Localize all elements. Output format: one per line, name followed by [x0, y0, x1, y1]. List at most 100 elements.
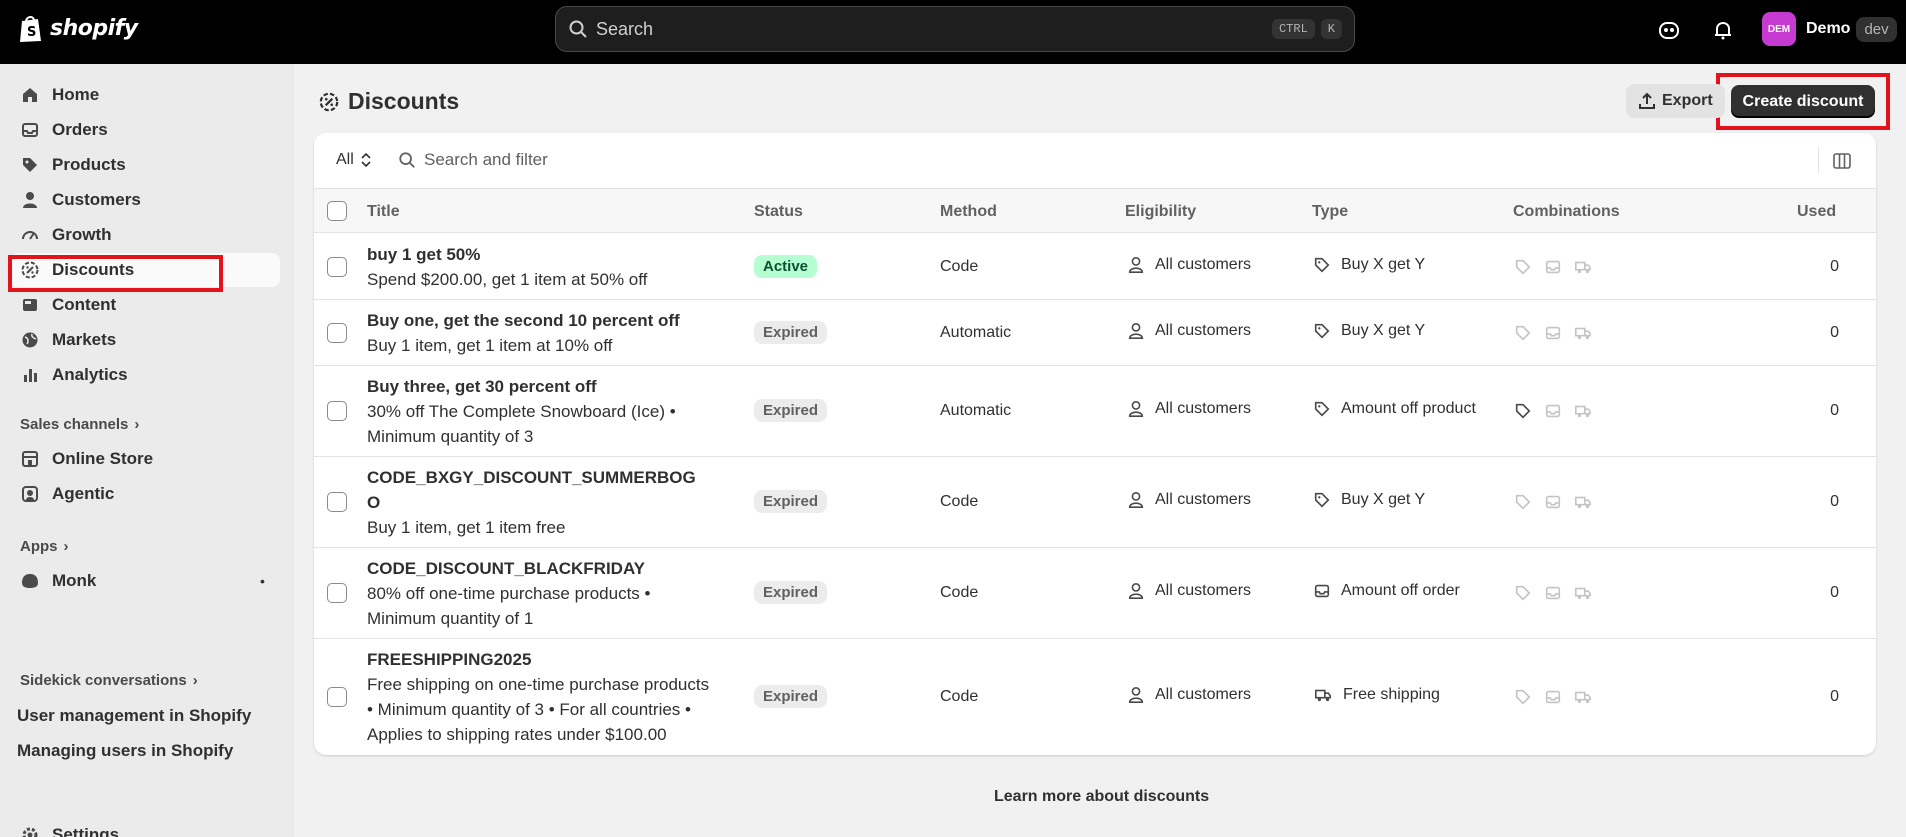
- table-row[interactable]: CODE_BXGY_DISCOUNT_SUMMERBOG O Buy 1 ite…: [314, 457, 1876, 548]
- type-text: Amount off product: [1341, 400, 1476, 417]
- eligibility-cell: All customers: [1127, 400, 1251, 418]
- image-icon: [23, 299, 37, 311]
- home-icon: [23, 88, 37, 102]
- table-row[interactable]: Buy one, get the second 10 percent off B…: [314, 300, 1876, 366]
- type-text: Buy X get Y: [1341, 256, 1426, 273]
- table-row[interactable]: FREESHIPPING2025 Free shipping on one-ti…: [314, 639, 1876, 755]
- discount-summary: • Minimum quantity of 3 • For all countr…: [367, 700, 691, 719]
- global-search-input[interactable]: Search CTRL K: [555, 6, 1355, 52]
- create-discount-button[interactable]: Create discount: [1731, 85, 1875, 118]
- sidebar-item-label: Online Store: [52, 449, 154, 468]
- sidebar-item-analytics[interactable]: Analytics: [10, 358, 280, 392]
- inbox-outline-icon: [1314, 584, 1330, 598]
- user-name: Demo: [1806, 20, 1851, 37]
- eligibility-cell: All customers: [1127, 322, 1251, 340]
- discount-summary: Minimum quantity of 1: [367, 609, 534, 628]
- learn-more-link[interactable]: Learn more about discounts: [994, 788, 1209, 806]
- type-cell: Amount off order: [1313, 582, 1460, 600]
- sidebar-item-content[interactable]: Content: [10, 288, 280, 322]
- col-type[interactable]: Type: [1312, 203, 1348, 221]
- sidebar-item-growth[interactable]: Growth: [10, 218, 280, 252]
- sidebar-item-customers[interactable]: Customers: [10, 183, 280, 217]
- person-outline-icon: [1128, 491, 1144, 509]
- discount-icon: [319, 92, 339, 111]
- product-combo-icon: [1515, 325, 1531, 341]
- method-cell: Automatic: [940, 324, 1012, 341]
- col-combinations[interactable]: Combinations: [1513, 203, 1620, 221]
- shopify-logo[interactable]: S shopify: [18, 13, 138, 43]
- section-label: Sidekick conversations: [20, 672, 187, 689]
- user-menu[interactable]: DEM Demo dev: [1762, 12, 1897, 46]
- combinations-cell: [1514, 584, 1592, 602]
- conversation-link[interactable]: Managing users in Shopify: [17, 741, 233, 761]
- select-all-checkbox[interactable]: [327, 201, 347, 221]
- conversation-link[interactable]: User management in Shopify: [17, 706, 251, 726]
- person-outline-icon: [1128, 256, 1144, 274]
- discount-title-wrap[interactable]: O: [367, 490, 696, 515]
- combinations-cell: [1514, 493, 1592, 511]
- sidebar-item-products[interactable]: Products: [10, 148, 280, 182]
- columns-icon[interactable]: [1832, 151, 1852, 171]
- view-selector[interactable]: All: [336, 151, 372, 169]
- eligibility-text: All customers: [1155, 582, 1252, 599]
- filter-bar: All Search and filter: [314, 133, 1876, 189]
- col-status[interactable]: Status: [754, 203, 803, 221]
- eligibility-text: All customers: [1155, 256, 1252, 273]
- order-combo-icon: [1545, 586, 1561, 600]
- row-checkbox[interactable]: [327, 401, 347, 421]
- status-badge: Expired: [754, 399, 828, 422]
- col-method[interactable]: Method: [940, 203, 997, 221]
- col-used[interactable]: Used: [1797, 203, 1836, 221]
- table-row[interactable]: buy 1 get 50% Spend $200.00, get 1 item …: [314, 234, 1876, 300]
- discount-title[interactable]: Buy one, get the second 10 percent off: [367, 308, 680, 333]
- apps-section[interactable]: Apps ›: [20, 538, 69, 555]
- brand-name: shopify: [50, 15, 138, 41]
- sidebar-item-monk[interactable]: Monk •: [10, 564, 280, 598]
- product-combo-icon: [1515, 585, 1531, 601]
- sidebar-item-settings[interactable]: Settings: [10, 818, 280, 837]
- discount-title[interactable]: Buy three, get 30 percent off: [367, 374, 676, 399]
- order-combo-icon: [1545, 495, 1561, 509]
- sidebar-item-orders[interactable]: Orders: [10, 113, 280, 147]
- col-eligibility[interactable]: Eligibility: [1125, 203, 1196, 221]
- row-checkbox[interactable]: [327, 492, 347, 512]
- type-cell: Buy X get Y: [1313, 491, 1425, 509]
- sidebar-item-agentic[interactable]: Agentic: [10, 477, 280, 511]
- sidekick-icon[interactable]: [1657, 18, 1681, 42]
- row-checkbox[interactable]: [327, 687, 347, 707]
- sidekick-section[interactable]: Sidekick conversations ›: [20, 672, 198, 689]
- order-combo-icon: [1545, 326, 1561, 340]
- sidebar-item-label: Settings: [52, 825, 120, 837]
- sidebar-item-label: Products: [52, 155, 126, 174]
- product-combo-icon: [1515, 689, 1531, 705]
- search-filter-placeholder: Search and filter: [424, 150, 548, 169]
- sidebar-item-markets[interactable]: Markets: [10, 323, 280, 357]
- row-checkbox[interactable]: [327, 257, 347, 277]
- sidebar-item-label: Orders: [52, 120, 108, 139]
- bell-icon[interactable]: [1711, 18, 1735, 42]
- type-cell: Buy X get Y: [1313, 322, 1425, 340]
- search-filter-input[interactable]: Search and filter: [398, 150, 548, 170]
- bar-chart-icon: [24, 369, 37, 382]
- discount-title[interactable]: FREESHIPPING2025: [367, 647, 709, 672]
- sidebar-item-home[interactable]: Home: [10, 78, 280, 112]
- sidebar-item-online-store[interactable]: Online Store: [10, 442, 280, 476]
- page-title: Discounts: [318, 88, 459, 115]
- chevron-right-icon: ›: [63, 538, 69, 555]
- sales-channels-section[interactable]: Sales channels ›: [20, 416, 139, 433]
- select-arrows-icon: [361, 152, 371, 168]
- discount-title[interactable]: CODE_DISCOUNT_BLACKFRIDAY: [367, 556, 650, 581]
- method-cell: Code: [940, 493, 979, 510]
- table-row[interactable]: Buy three, get 30 percent off 30% off Th…: [314, 366, 1876, 457]
- tag-icon: [23, 158, 37, 172]
- discount-title[interactable]: buy 1 get 50%: [367, 242, 647, 267]
- discount-title[interactable]: CODE_BXGY_DISCOUNT_SUMMERBOG: [367, 465, 696, 490]
- method-cell: Code: [940, 688, 979, 705]
- row-checkbox[interactable]: [327, 323, 347, 343]
- export-button[interactable]: Export: [1626, 84, 1725, 118]
- title-cell: CODE_BXGY_DISCOUNT_SUMMERBOG O Buy 1 ite…: [367, 465, 696, 540]
- table-row[interactable]: CODE_DISCOUNT_BLACKFRIDAY 80% off one-ti…: [314, 548, 1876, 639]
- eligibility-text: All customers: [1155, 322, 1252, 339]
- col-title[interactable]: Title: [367, 203, 400, 221]
- row-checkbox[interactable]: [327, 583, 347, 603]
